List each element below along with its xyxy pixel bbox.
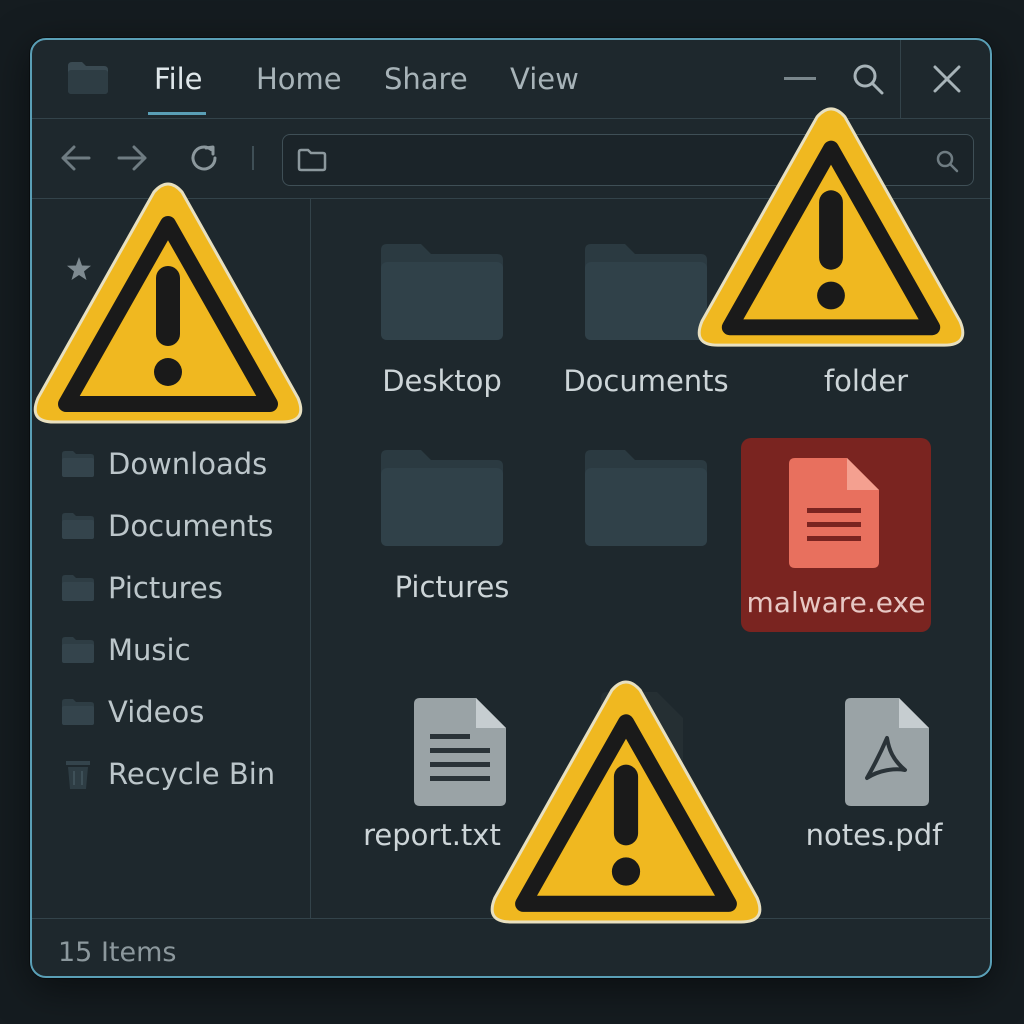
pdf-file-icon [845, 698, 929, 806]
sidebar-item-pictures[interactable]: Pictures [62, 568, 223, 608]
warning-icon [33, 182, 303, 424]
search-icon [853, 64, 884, 95]
folder-icon [381, 450, 503, 546]
sidebar-item-label: Documents [108, 509, 274, 543]
folder-icon [381, 244, 503, 340]
folder-icon [62, 513, 94, 539]
sidebar-item-label: Downloads [108, 447, 268, 481]
sidebar-item-music[interactable]: Music [62, 630, 191, 670]
folder-icon [585, 450, 707, 546]
sidebar-item-label: Pictures [108, 571, 223, 605]
sidebar-item-label: Recycle Bin [108, 757, 276, 791]
menu-file[interactable]: File [154, 62, 203, 96]
forward-button[interactable] [112, 138, 152, 178]
close-icon [933, 65, 961, 93]
minimize-icon [784, 77, 816, 80]
file-label: malware.exe [746, 586, 926, 619]
arrow-left-icon [61, 145, 91, 171]
refresh-icon [191, 145, 217, 171]
warning-icon [697, 107, 965, 347]
folder-icon [585, 244, 707, 340]
sidebar-item-documents[interactable]: Documents [62, 506, 273, 546]
refresh-button[interactable] [184, 138, 224, 178]
sidebar-item-videos[interactable]: Videos [62, 692, 204, 732]
file-label: folder [823, 364, 909, 398]
menu-view[interactable]: View [510, 62, 579, 96]
folder-desktop[interactable]: Desktop [357, 242, 527, 412]
file-label: notes.pdf [805, 818, 943, 852]
item-count: 15 Items [58, 937, 177, 968]
menu-home[interactable]: Home [256, 62, 342, 96]
sidebar-item-downloads[interactable]: Downloads [62, 444, 267, 484]
folder-pictures[interactable]: Pictures [357, 448, 527, 618]
arrow-right-icon [117, 145, 147, 171]
sidebar-item-label: Music [108, 633, 191, 667]
folder-icon [297, 148, 327, 172]
file-notes-pdf[interactable]: notes.pdf [781, 698, 951, 868]
sidebar-item-label: Videos [108, 695, 205, 729]
back-button[interactable] [56, 138, 96, 178]
file-label: Desktop [382, 364, 502, 398]
app-folder-icon [68, 62, 108, 94]
file-label: Pictures [394, 570, 510, 604]
malware-file-tile[interactable]: malware.exe [741, 438, 931, 632]
file-label: Documents [563, 364, 729, 398]
warning-icon [490, 680, 762, 924]
folder-icon [62, 637, 94, 663]
sidebar-item-recycle-bin[interactable]: Recycle Bin [62, 754, 275, 794]
folder-icon [62, 575, 94, 601]
recycle-bin-icon [66, 761, 90, 789]
nav-divider [252, 146, 254, 170]
active-menu-indicator [148, 112, 206, 115]
menu-share[interactable]: Share [384, 62, 468, 96]
malware-file-icon [789, 458, 879, 568]
folder-unnamed[interactable] [561, 448, 731, 618]
folder-icon [62, 699, 94, 725]
folder-icon [62, 451, 94, 477]
